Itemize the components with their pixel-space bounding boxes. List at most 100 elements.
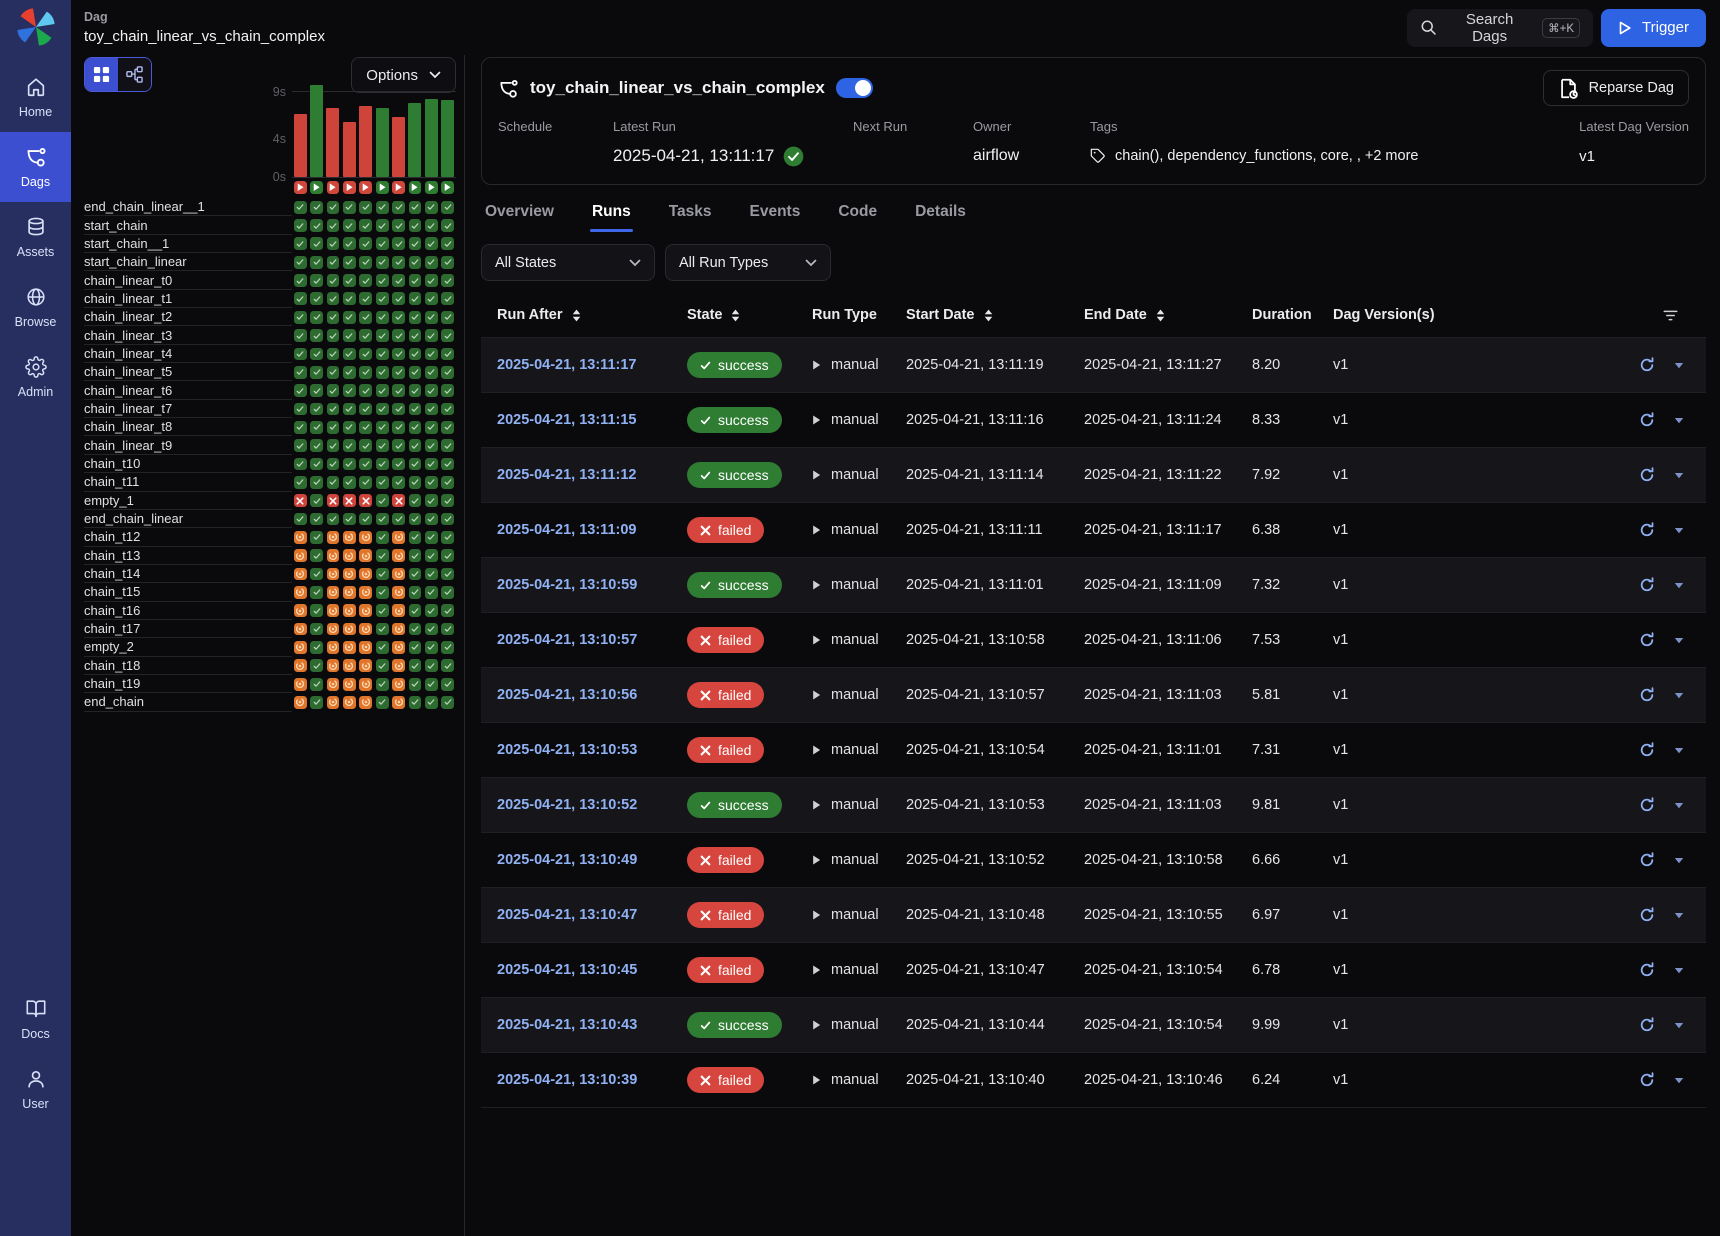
- task-instance-upstream_failed[interactable]: [294, 659, 307, 672]
- task-instance-success[interactable]: [409, 586, 422, 599]
- task-instance-success[interactable]: [392, 366, 405, 379]
- run-state-square-failed[interactable]: [359, 181, 372, 194]
- task-instance-success[interactable]: [409, 274, 422, 287]
- task-instance-success[interactable]: [409, 549, 422, 562]
- task-instance-success[interactable]: [310, 604, 323, 617]
- task-instance-upstream_failed[interactable]: [392, 623, 405, 636]
- task-instance-upstream_failed[interactable]: [392, 696, 405, 709]
- task-instance-success[interactable]: [392, 476, 405, 489]
- task-instance-success[interactable]: [294, 421, 307, 434]
- task-instance-success[interactable]: [310, 219, 323, 232]
- clear-run-icon[interactable]: [1639, 797, 1655, 813]
- task-name[interactable]: chain_t17: [84, 620, 292, 638]
- task-instance-success[interactable]: [392, 256, 405, 269]
- row-menu-caret-icon[interactable]: [1674, 527, 1684, 534]
- task-instance-success[interactable]: [425, 201, 438, 214]
- task-name[interactable]: chain_linear_t1: [84, 290, 292, 308]
- task-instance-success[interactable]: [343, 274, 356, 287]
- task-instance-success[interactable]: [441, 329, 454, 342]
- task-instance-success[interactable]: [425, 623, 438, 636]
- task-name[interactable]: chain_linear_t7: [84, 400, 292, 418]
- row-menu-caret-icon[interactable]: [1674, 472, 1684, 479]
- task-instance-success[interactable]: [441, 513, 454, 526]
- task-instance-success[interactable]: [327, 513, 340, 526]
- run-after-link[interactable]: 2025-04-21, 13:10:56: [497, 687, 637, 703]
- task-name[interactable]: chain_linear_t4: [84, 345, 292, 363]
- task-instance-success[interactable]: [376, 421, 389, 434]
- task-instance-success[interactable]: [409, 439, 422, 452]
- task-instance-success[interactable]: [376, 678, 389, 691]
- task-instance-success[interactable]: [409, 696, 422, 709]
- tab-code[interactable]: Code: [836, 199, 879, 232]
- task-instance-success[interactable]: [425, 604, 438, 617]
- task-name[interactable]: start_chain__1: [84, 235, 292, 253]
- task-instance-success[interactable]: [327, 403, 340, 416]
- task-instance-upstream_failed[interactable]: [343, 678, 356, 691]
- tab-overview[interactable]: Overview: [483, 199, 556, 232]
- task-instance-success[interactable]: [441, 311, 454, 324]
- run-state-badge[interactable]: failed: [687, 682, 764, 708]
- run-after-link[interactable]: 2025-04-21, 13:10:52: [497, 797, 637, 813]
- task-instance-upstream_failed[interactable]: [359, 623, 372, 636]
- tab-details[interactable]: Details: [913, 199, 968, 232]
- task-instance-failed[interactable]: [343, 494, 356, 507]
- task-instance-upstream_failed[interactable]: [343, 604, 356, 617]
- dag-pause-toggle[interactable]: [836, 78, 873, 98]
- task-instance-success[interactable]: [343, 256, 356, 269]
- task-instance-success[interactable]: [441, 458, 454, 471]
- task-instance-success[interactable]: [441, 292, 454, 305]
- task-instance-success[interactable]: [327, 256, 340, 269]
- task-instance-success[interactable]: [409, 513, 422, 526]
- task-name[interactable]: chain_linear_t3: [84, 326, 292, 344]
- tab-runs[interactable]: Runs: [590, 199, 633, 232]
- tab-events[interactable]: Events: [748, 199, 803, 232]
- task-instance-success[interactable]: [392, 403, 405, 416]
- task-instance-success[interactable]: [343, 219, 356, 232]
- task-instance-upstream_failed[interactable]: [343, 659, 356, 672]
- run-duration-bar[interactable]: [343, 122, 356, 177]
- task-instance-success[interactable]: [392, 513, 405, 526]
- task-instance-success[interactable]: [343, 439, 356, 452]
- run-state-badge[interactable]: failed: [687, 847, 764, 873]
- run-after-link[interactable]: 2025-04-21, 13:10:57: [497, 632, 637, 648]
- task-instance-success[interactable]: [310, 568, 323, 581]
- task-instance-upstream_failed[interactable]: [359, 586, 372, 599]
- task-instance-success[interactable]: [409, 531, 422, 544]
- task-instance-success[interactable]: [376, 439, 389, 452]
- task-instance-success[interactable]: [343, 513, 356, 526]
- task-instance-upstream_failed[interactable]: [327, 623, 340, 636]
- task-instance-upstream_failed[interactable]: [359, 659, 372, 672]
- row-menu-caret-icon[interactable]: [1674, 582, 1684, 589]
- run-duration-bar[interactable]: [326, 108, 339, 177]
- task-instance-success[interactable]: [441, 604, 454, 617]
- task-instance-success[interactable]: [441, 494, 454, 507]
- task-instance-success[interactable]: [327, 384, 340, 397]
- run-state-badge[interactable]: success: [687, 462, 782, 488]
- task-instance-success[interactable]: [343, 458, 356, 471]
- task-instance-success[interactable]: [376, 237, 389, 250]
- task-instance-success[interactable]: [376, 384, 389, 397]
- task-instance-success[interactable]: [441, 439, 454, 452]
- task-instance-success[interactable]: [294, 384, 307, 397]
- task-instance-upstream_failed[interactable]: [327, 604, 340, 617]
- task-instance-success[interactable]: [376, 458, 389, 471]
- column-header-state[interactable]: State: [671, 307, 796, 323]
- task-instance-success[interactable]: [310, 476, 323, 489]
- task-instance-success[interactable]: [343, 366, 356, 379]
- column-filter-button[interactable]: [1463, 309, 1706, 322]
- task-instance-success[interactable]: [425, 513, 438, 526]
- task-instance-success[interactable]: [310, 458, 323, 471]
- task-instance-success[interactable]: [310, 623, 323, 636]
- task-instance-success[interactable]: [392, 421, 405, 434]
- task-instance-success[interactable]: [343, 421, 356, 434]
- run-type-filter-select[interactable]: All Run Types: [665, 244, 831, 281]
- task-instance-upstream_failed[interactable]: [343, 531, 356, 544]
- task-instance-success[interactable]: [310, 348, 323, 361]
- state-filter-select[interactable]: All States: [481, 244, 655, 281]
- airflow-logo[interactable]: [0, 0, 71, 62]
- task-instance-success[interactable]: [343, 329, 356, 342]
- run-duration-bar[interactable]: [294, 114, 307, 177]
- run-duration-bar[interactable]: [310, 85, 323, 177]
- column-header-run-after[interactable]: Run After: [481, 307, 671, 323]
- task-instance-upstream_failed[interactable]: [343, 696, 356, 709]
